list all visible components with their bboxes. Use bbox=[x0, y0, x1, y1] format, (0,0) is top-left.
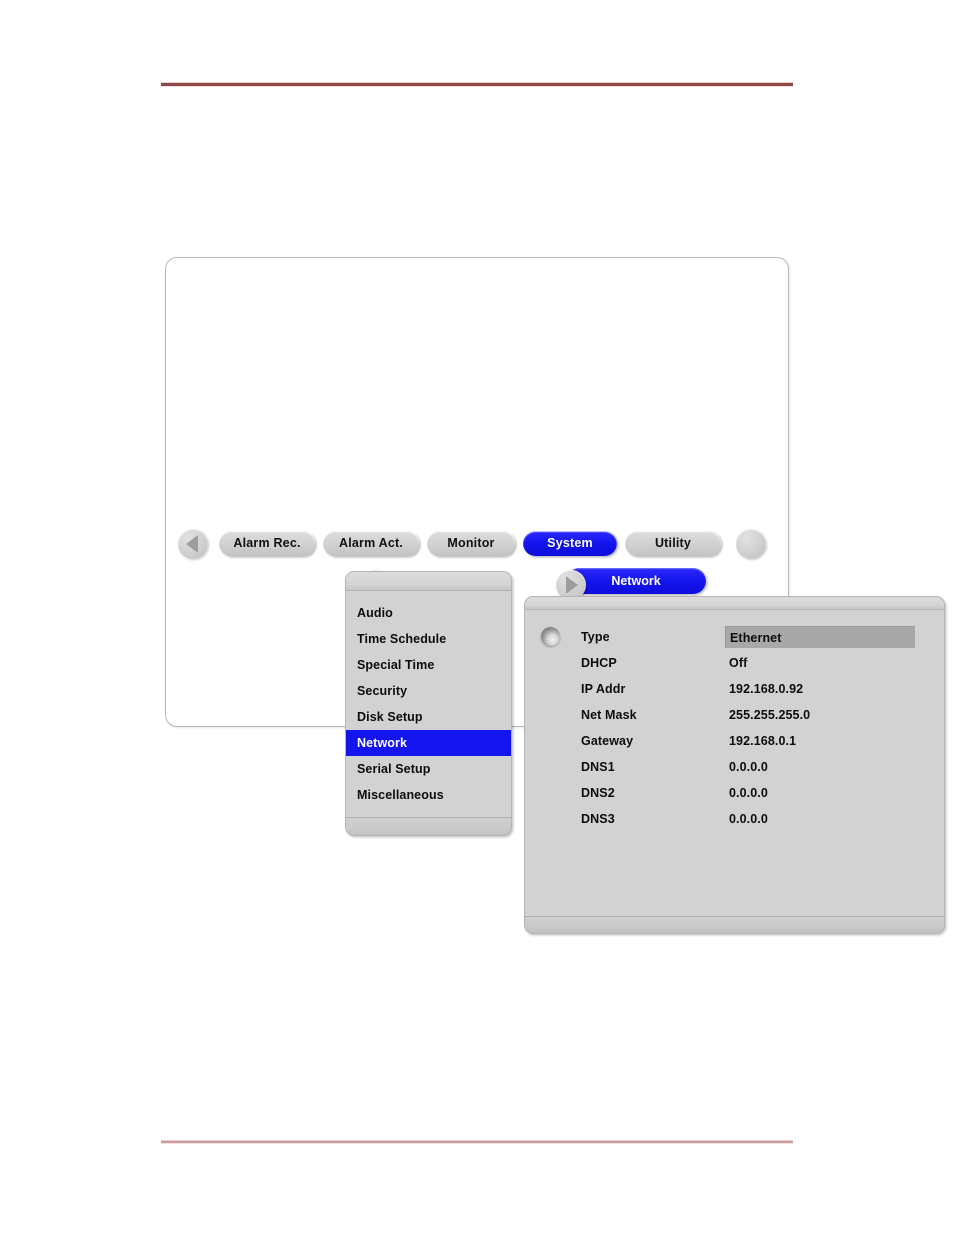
sidebar-item-disk-setup[interactable]: Disk Setup bbox=[346, 704, 511, 730]
page-header-rule bbox=[161, 82, 793, 87]
setting-value-ip-addr[interactable]: 192.168.0.92 bbox=[729, 682, 803, 696]
setting-row-dhcp[interactable]: DHCP Off bbox=[525, 650, 944, 676]
tab-utility[interactable]: Utility bbox=[625, 531, 721, 556]
sidebar-header-band bbox=[346, 572, 511, 591]
sidebar-item-security[interactable]: Security bbox=[346, 678, 511, 704]
setting-row-type[interactable]: Type Ethernet bbox=[525, 624, 944, 650]
panel-header-band bbox=[525, 597, 944, 610]
setting-value-dns1[interactable]: 0.0.0.0 bbox=[729, 760, 768, 774]
sidebar-item-serial-setup[interactable]: Serial Setup bbox=[346, 756, 511, 782]
setting-label: DHCP bbox=[581, 656, 617, 670]
setting-value-net-mask[interactable]: 255.255.255.0 bbox=[729, 708, 810, 722]
triangle-right-icon bbox=[566, 576, 578, 594]
setting-label: Net Mask bbox=[581, 708, 637, 722]
settings-sidebar: Audio Time Schedule Special Time Securit… bbox=[345, 571, 512, 836]
tab-system[interactable]: System bbox=[523, 531, 617, 556]
setting-value-type[interactable]: Ethernet bbox=[725, 626, 915, 648]
panel-footer-band bbox=[525, 916, 944, 933]
subtab-network[interactable]: Network bbox=[566, 568, 706, 594]
settings-rows: Type Ethernet DHCP Off IP Addr 192.168.0… bbox=[525, 610, 944, 832]
setting-row-dns1[interactable]: DNS1 0.0.0.0 bbox=[525, 754, 944, 780]
sidebar-item-list: Audio Time Schedule Special Time Securit… bbox=[346, 591, 511, 808]
sidebar-footer-band bbox=[346, 817, 511, 835]
setting-value-dns3[interactable]: 0.0.0.0 bbox=[729, 812, 768, 826]
sidebar-item-miscellaneous[interactable]: Miscellaneous bbox=[346, 782, 511, 808]
setting-row-net-mask[interactable]: Net Mask 255.255.255.0 bbox=[525, 702, 944, 728]
setting-value-dhcp[interactable]: Off bbox=[729, 656, 747, 670]
tab-alarm-rec[interactable]: Alarm Rec. bbox=[219, 531, 315, 556]
setting-row-dns2[interactable]: DNS2 0.0.0.0 bbox=[525, 780, 944, 806]
tab-alarm-act[interactable]: Alarm Act. bbox=[323, 531, 419, 556]
setting-row-ip-addr[interactable]: IP Addr 192.168.0.92 bbox=[525, 676, 944, 702]
network-settings-panel: Type Ethernet DHCP Off IP Addr 192.168.0… bbox=[524, 596, 945, 934]
setting-label: Type bbox=[581, 630, 610, 644]
setting-label: DNS2 bbox=[581, 786, 615, 800]
setting-row-gateway[interactable]: Gateway 192.168.0.1 bbox=[525, 728, 944, 754]
setting-label: DNS3 bbox=[581, 812, 615, 826]
sidebar-item-audio[interactable]: Audio bbox=[346, 600, 511, 626]
triangle-left-icon bbox=[186, 535, 198, 553]
tab-monitor[interactable]: Monitor bbox=[427, 531, 515, 556]
selector-knob-icon[interactable] bbox=[541, 627, 560, 646]
setting-value-gateway[interactable]: 192.168.0.1 bbox=[729, 734, 796, 748]
setting-row-dns3[interactable]: DNS3 0.0.0.0 bbox=[525, 806, 944, 832]
prev-page-button[interactable] bbox=[178, 529, 208, 559]
setting-label: DNS1 bbox=[581, 760, 615, 774]
sidebar-item-time-schedule[interactable]: Time Schedule bbox=[346, 626, 511, 652]
setting-label: IP Addr bbox=[581, 682, 626, 696]
network-setup-dialog: Alarm Rec. Alarm Act. Monitor System Uti… bbox=[165, 257, 945, 934]
setting-value-dns2[interactable]: 0.0.0.0 bbox=[729, 786, 768, 800]
next-page-button[interactable] bbox=[736, 529, 766, 559]
setting-label: Gateway bbox=[581, 734, 634, 748]
sidebar-item-special-time[interactable]: Special Time bbox=[346, 652, 511, 678]
top-tabbar: Alarm Rec. Alarm Act. Monitor System Uti… bbox=[166, 258, 788, 559]
sidebar-item-network[interactable]: Network bbox=[346, 730, 511, 756]
page-footer-rule bbox=[161, 1140, 793, 1144]
